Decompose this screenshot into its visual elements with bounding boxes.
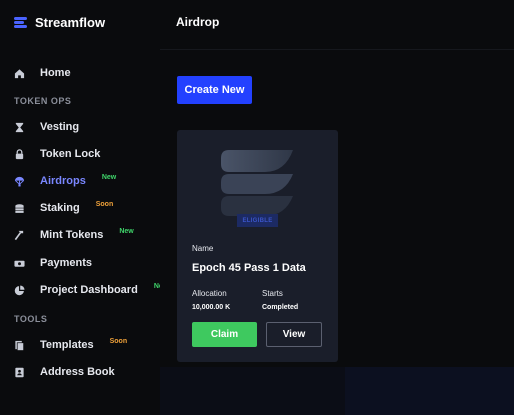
name-label: Name [192,244,214,253]
app-root: Streamflow Home TOKEN OPS Vesting Token … [0,0,514,415]
coins-icon [14,203,25,214]
sidebar-item-label: Token Lock [40,148,101,160]
new-badge: New [119,227,134,235]
eligible-badge: ELIGIBLE [237,214,278,227]
streamflow-logo-icon [14,16,27,29]
sidebar-item-address-book[interactable]: Address Book [14,363,115,381]
sidebar-item-label: Payments [40,257,92,269]
footer-area [160,367,345,415]
sidebar-item-mint-tokens[interactable]: Mint Tokens New [14,226,134,244]
sidebar-item-label: Home [40,67,71,79]
sidebar-item-label: Templates [40,339,94,351]
sidebar-item-project-dashboard[interactable]: Project DashboardNew [14,281,168,299]
hourglass-icon [14,122,25,133]
airdrop-card: ELIGIBLE Name Epoch 45 Pass 1 Data Alloc… [177,130,338,362]
starts-label: Starts [262,289,283,298]
sidebar-item-label: Project Dashboard [40,284,138,296]
pie-chart-icon [14,284,25,296]
templates-icon [14,340,25,351]
parachute-icon [14,176,25,187]
hammer-icon [14,230,25,241]
sidebar-item-templates[interactable]: Templates Soon [14,336,127,354]
page-title: Airdrop [176,15,220,29]
soon-badge: Soon [95,200,114,208]
sidebar-item-airdrops[interactable]: Airdrops New [14,172,116,190]
sidebar-item-staking[interactable]: Staking Soon [14,199,113,217]
sidebar-item-payments[interactable]: Payments [14,254,92,272]
brand[interactable]: Streamflow [14,12,105,32]
section-label-tools: TOOLS [14,314,48,324]
sidebar-item-home[interactable]: Home [14,64,71,82]
allocation-value: 10,000.00 K [192,304,231,311]
sidebar-item-label: Mint Tokens [40,229,104,241]
new-badge: New [101,173,117,181]
section-label-token-ops: TOKEN OPS [14,96,72,106]
home-icon [14,68,25,79]
footer-area-right [345,367,514,415]
soon-badge: Soon [109,337,128,345]
address-book-icon [14,367,25,378]
airdrop-name: Epoch 45 Pass 1 Data [192,262,306,274]
allocation-label: Allocation [192,289,227,298]
create-new-button[interactable]: Create New [177,76,252,104]
claim-button[interactable]: Claim [192,322,257,347]
sidebar-item-label: Vesting [40,121,80,133]
brand-name: Streamflow [35,14,106,30]
sidebar: Streamflow Home TOKEN OPS Vesting Token … [0,0,168,415]
top-bar: Airdrop [160,0,514,50]
sidebar-item-label: Staking [40,202,80,214]
view-button[interactable]: View [266,322,322,347]
airdrop-logo-icon [221,150,295,216]
lock-icon [14,148,25,160]
starts-value: Completed [262,304,299,311]
sidebar-item-vesting[interactable]: Vesting [14,118,79,136]
sidebar-item-token-lock[interactable]: Token Lock [14,145,100,163]
sidebar-item-label: Address Book [40,366,115,378]
sidebar-item-label: Airdrops [40,175,86,187]
cash-icon [14,258,25,269]
